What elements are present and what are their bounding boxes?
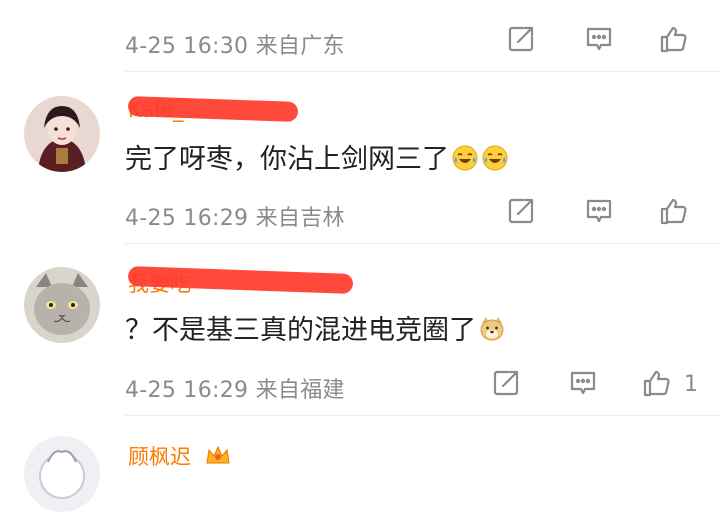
like-icon[interactable] [658,195,690,227]
avatar[interactable] [24,96,100,172]
like-icon[interactable] [658,23,690,55]
comment-meta: 4-25 16:30 来自广东 [125,34,345,59]
avatar[interactable] [24,436,100,512]
like-count: 1 [684,372,698,397]
tear-laugh-emoji [451,144,479,172]
username[interactable]: 顾枫迟 [128,441,232,471]
avatar[interactable] [24,267,100,343]
comment-text: ？不是基三真的混进电竞圈了 [125,308,506,347]
divider [125,71,720,72]
comment-text-content: ？不是基三真的混进电竞圈了 [125,315,476,346]
comment-icon[interactable] [583,195,615,227]
doge-emoji [478,315,506,343]
crown-badge-icon [204,443,232,467]
comment-text-content: 完了呀枣，你沾上剑网三了 [125,144,449,175]
share-icon[interactable] [505,23,537,55]
share-icon[interactable] [490,367,522,399]
username-text: 顾枫迟 [128,445,191,469]
divider [125,415,720,416]
comment-meta: 4-25 16:29 来自福建 [125,378,345,403]
like-icon[interactable] [641,367,673,399]
comment-icon[interactable] [583,23,615,55]
tear-laugh-emoji [481,144,509,172]
comment-meta: 4-25 16:29 来自吉林 [125,206,345,231]
share-icon[interactable] [505,195,537,227]
comment-meta-row: 4-25 16:29 来自吉林 [125,192,720,232]
comment-text: 完了呀枣，你沾上剑网三了 [125,137,509,176]
comment-icon[interactable] [567,367,599,399]
comment-meta-row: 4-25 16:29 来自福建 1 [125,364,720,404]
comment-meta-row: 4-25 16:30 来自广东 [125,20,720,60]
divider [125,243,720,244]
